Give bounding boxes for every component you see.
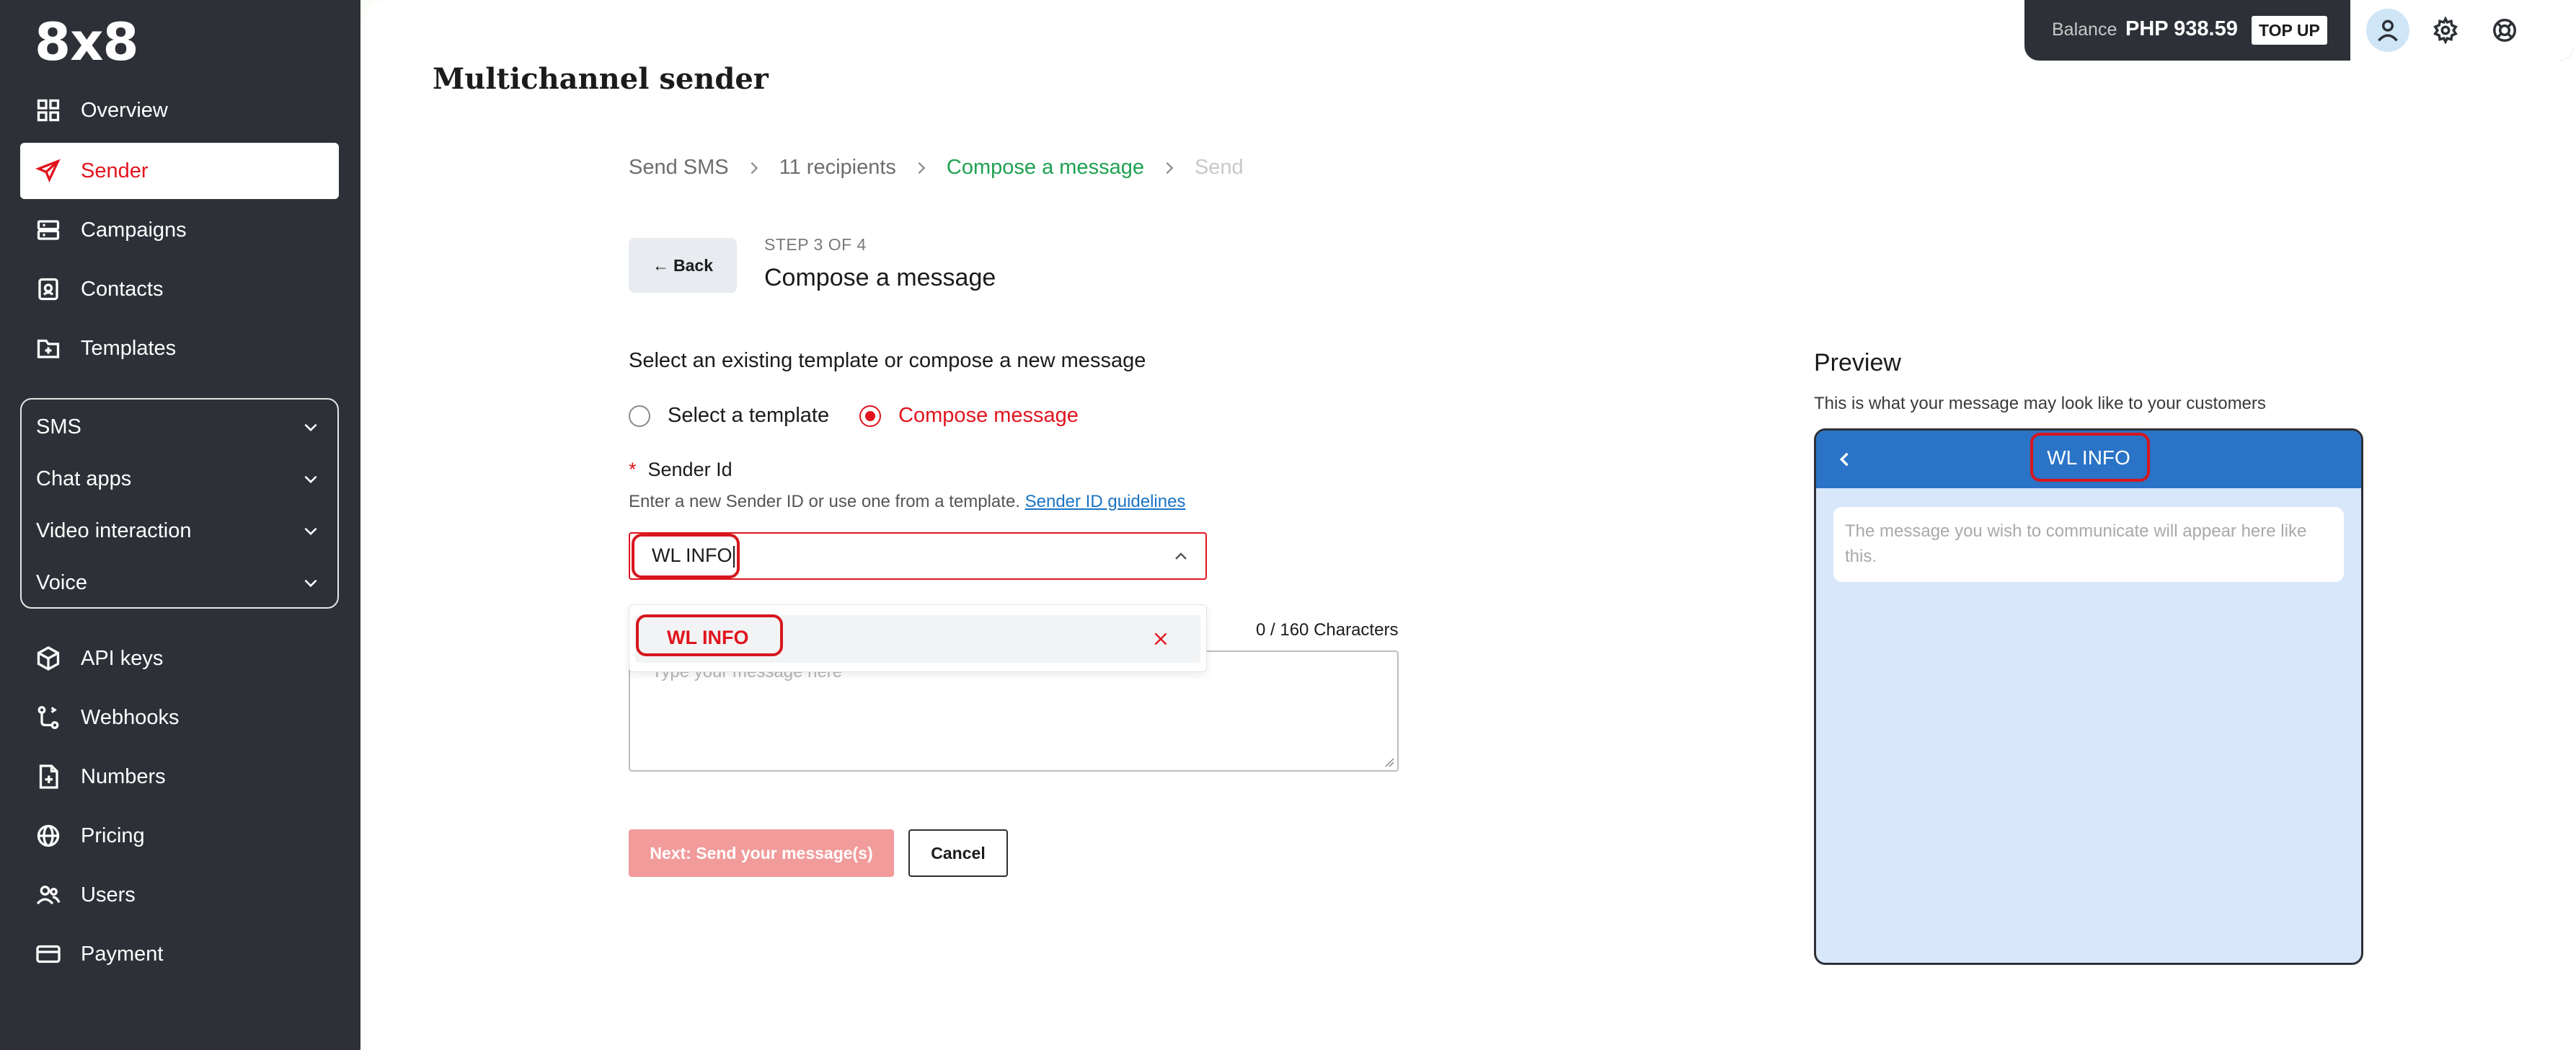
message-mode-radio-group: Select a template Compose message [629,404,1109,428]
preview-title: Preview [1814,349,1901,376]
sidebar-item-label: Campaigns [81,218,187,242]
sidebar: 8x8 Overview Sender Campaigns Contacts T… [0,0,360,1050]
sender-id-help-text: Enter a new Sender ID or use one from a … [629,492,1020,511]
sidebar-item-sender[interactable]: Sender [20,143,339,199]
radio-compose-message-label[interactable]: Compose message [898,404,1079,428]
close-icon[interactable] [1151,630,1170,648]
highlight-preview-sender [2030,433,2150,482]
group-label: Voice [36,570,87,594]
campaigns-icon [35,216,62,244]
sidebar-item-webhooks[interactable]: Webhooks [20,689,339,746]
sidebar-item-templates[interactable]: Templates [20,320,339,376]
breadcrumb-recipients[interactable]: 11 recipients [779,156,896,180]
chevron-down-icon [304,475,317,484]
highlight-sender-input [632,534,740,578]
sidebar-group-voice[interactable]: Voice [22,557,337,609]
sidebar-item-label: Users [81,883,136,906]
box-icon [35,645,62,672]
balance-bar: Balance PHP 938.59 TOP UP [2024,0,2574,61]
sidebar-item-label: Sender [81,159,149,182]
sidebar-item-overview[interactable]: Overview [20,82,339,138]
radio-compose-message[interactable] [859,405,882,427]
chevron-down-icon [304,423,317,432]
back-button[interactable]: ← Back [629,238,737,293]
card-icon [35,940,62,968]
sidebar-item-label: Pricing [81,824,145,847]
sidebar-group-chat-apps[interactable]: Chat apps [22,453,337,505]
chevron-right-icon [746,160,762,176]
chevron-down-icon [304,579,317,588]
webhooks-icon [35,704,62,731]
sidebar-channel-group: SMS Chat apps Video interaction Voice [20,398,339,609]
users-icon [35,881,62,909]
balance-value: PHP 938.59 [2125,17,2238,40]
contacts-icon [35,275,62,303]
grid-icon [35,97,62,124]
sidebar-item-users[interactable]: Users [20,867,339,923]
phone-preview: WL INFO The message you wish to communic… [1814,428,2363,965]
sidebar-item-campaigns[interactable]: Campaigns [20,202,339,258]
cancel-button[interactable]: Cancel [908,829,1008,877]
next-send-button[interactable]: Next: Send your message(s) [629,829,894,877]
sender-id-label-text: Sender Id [647,459,732,480]
chevron-right-icon [913,160,929,176]
resize-grip-icon[interactable] [1383,756,1394,767]
radio-select-template-label[interactable]: Select a template [668,404,829,428]
char-count: 0 / 160 Characters [1256,620,1399,640]
message-bubble-text: The message you wish to communicate will… [1845,521,2307,566]
arrow-left-icon: ← [652,255,669,275]
numbers-icon [35,763,62,790]
message-bubble: The message you wish to communicate will… [1833,507,2344,582]
sender-id-help: Enter a new Sender ID or use one from a … [629,492,1185,512]
breadcrumb-send-sms[interactable]: Send SMS [629,156,729,180]
sidebar-item-api-keys[interactable]: API keys [20,630,339,687]
breadcrumb-compose: Compose a message [946,156,1144,179]
header-icons [2350,0,2574,61]
sidebar-item-label: Payment [81,942,164,966]
brand-logo[interactable]: 8x8 [35,12,139,72]
templates-icon [35,335,62,362]
top-up-button[interactable]: TOP UP [2252,16,2327,45]
sidebar-group-sms[interactable]: SMS [22,401,337,453]
sidebar-item-label: Webhooks [81,705,180,729]
required-marker: * [629,459,637,480]
breadcrumb: Send SMS 11 recipients Compose a message… [629,156,1244,180]
sidebar-item-numbers[interactable]: Numbers [20,749,339,805]
globe-icon [35,822,62,850]
balance-label: Balance [2052,19,2117,40]
step-title: Compose a message [764,264,996,291]
preview-subtitle: This is what your message may look like … [1814,394,2266,413]
sidebar-item-label: Templates [81,336,177,360]
group-label: SMS [36,415,81,438]
highlight-dropdown-option [636,614,783,656]
breadcrumb-send: Send [1194,156,1244,179]
sender-id-guidelines-link[interactable]: Sender ID guidelines [1025,492,1186,511]
sidebar-item-label: Numbers [81,764,166,788]
sidebar-item-payment[interactable]: Payment [20,926,339,982]
sidebar-item-label: Contacts [81,277,164,301]
sidebar-group-video-interaction[interactable]: Video interaction [22,505,337,557]
sidebar-item-label: Overview [81,98,168,122]
chevron-down-icon [304,527,317,536]
chevron-right-icon [1161,160,1177,176]
sender-id-label: * Sender Id [629,459,732,481]
help-icon[interactable] [2483,9,2526,52]
back-label: Back [673,255,713,275]
page-title: Multichannel sender [433,62,769,96]
step-indicator: STEP 3 OF 4 [764,235,867,254]
sidebar-item-pricing[interactable]: Pricing [20,808,339,864]
send-icon [35,157,62,185]
sidebar-item-label: API keys [81,646,164,670]
gear-icon[interactable] [2424,9,2467,52]
user-icon[interactable] [2366,9,2409,52]
sidebar-item-contacts[interactable]: Contacts [20,261,339,317]
select-prompt: Select an existing template or compose a… [629,349,1146,372]
group-label: Chat apps [36,467,132,490]
chevron-up-icon[interactable] [1172,548,1190,565]
radio-select-template[interactable] [629,405,650,427]
group-label: Video interaction [36,519,192,542]
